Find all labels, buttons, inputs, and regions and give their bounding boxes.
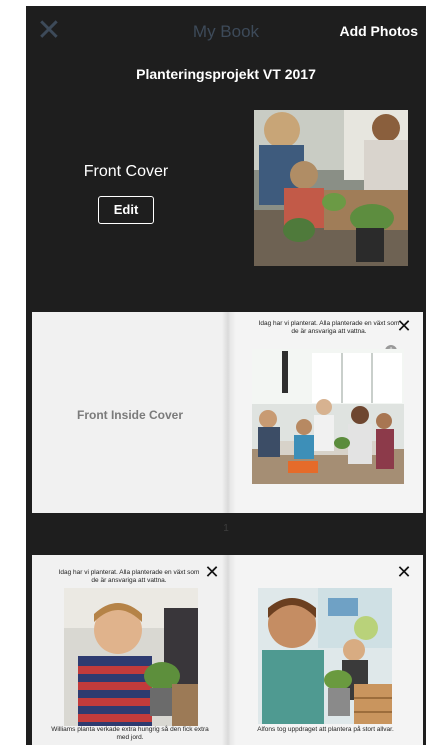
remove-page-icon[interactable]: ✕ xyxy=(396,317,412,335)
page-number: 1 xyxy=(223,523,229,534)
page-photo[interactable] xyxy=(258,588,392,724)
page-1[interactable]: Idag har vi planterat. Alla planterade e… xyxy=(228,312,423,513)
book-editor-screen: ✕ My Book Add Photos Planteringsprojekt … xyxy=(26,6,426,745)
spread-front-inside: Front Inside Cover Idag har vi planterat… xyxy=(32,312,423,513)
page-caption[interactable]: Idag har vi planterat. Alla planterade e… xyxy=(258,320,400,336)
edit-cover-button[interactable]: Edit xyxy=(98,196,154,224)
spread-gutter xyxy=(222,555,236,745)
front-inside-cover-label: Front Inside Cover xyxy=(76,408,183,422)
top-bar: ✕ My Book Add Photos xyxy=(26,6,426,56)
page-caption-top[interactable]: Idag har vi planterat. Alla planterade e… xyxy=(58,569,200,585)
add-photos-button[interactable]: Add Photos xyxy=(339,23,418,39)
remove-page-icon[interactable]: ✕ xyxy=(396,563,412,581)
front-cover-label: Front Cover xyxy=(83,163,169,180)
page-caption-bottom[interactable]: Williams planta verkade extra hungrig så… xyxy=(50,726,210,742)
spread-gutter xyxy=(222,312,236,513)
front-inside-cover-page[interactable]: Front Inside Cover xyxy=(32,312,228,513)
spread-pages-2-3: Idag har vi planterat. Alla planterade e… xyxy=(32,555,423,745)
page-caption-bottom[interactable]: Alfons tog uppdraget att plantera på sto… xyxy=(238,726,413,734)
page-photo[interactable] xyxy=(64,588,198,726)
book-title[interactable]: Planteringsprojekt VT 2017 xyxy=(26,66,426,82)
page-2[interactable]: Idag har vi planterat. Alla planterade e… xyxy=(32,555,228,745)
remove-page-icon[interactable]: ✕ xyxy=(204,563,220,581)
page-3[interactable]: ✕ Alfons tog uppdraget att plantera på s… xyxy=(228,555,423,745)
cover-photo[interactable] xyxy=(254,110,408,266)
page-photo[interactable] xyxy=(252,349,404,484)
